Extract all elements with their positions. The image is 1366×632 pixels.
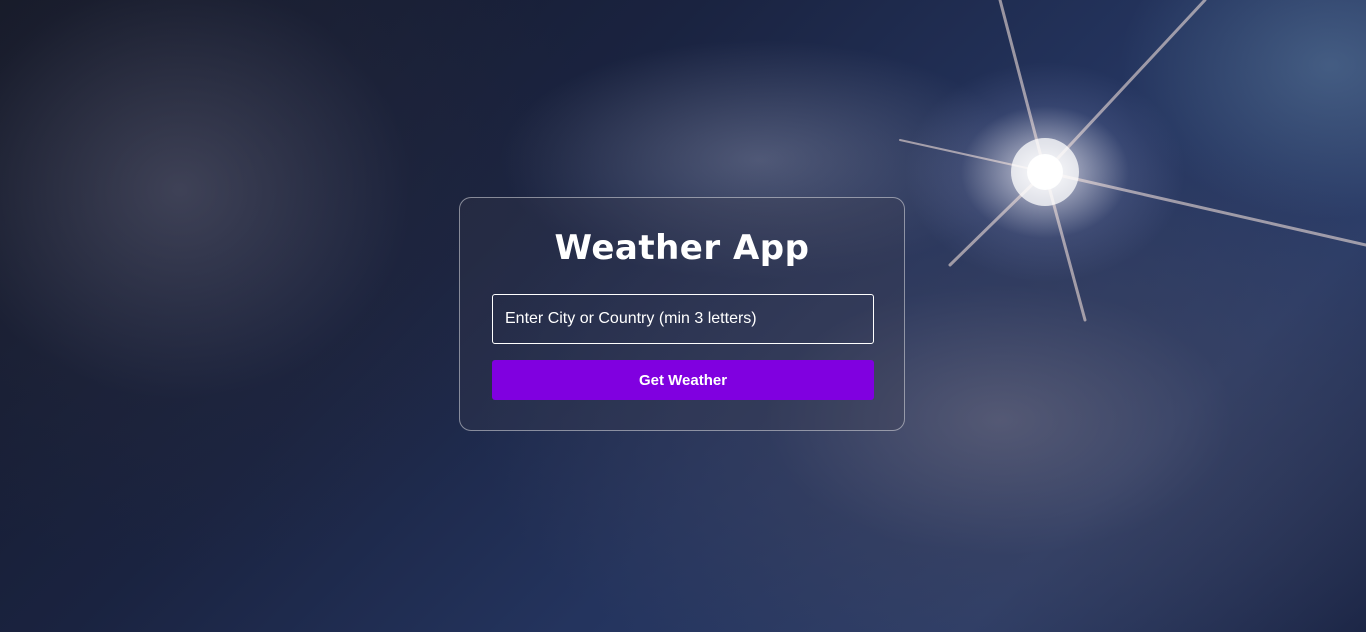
city-search-input[interactable]: [492, 294, 874, 344]
app-title: Weather App: [554, 228, 810, 268]
get-weather-button[interactable]: Get Weather: [492, 360, 874, 400]
weather-search-card: Weather App Get Weather: [459, 197, 905, 431]
